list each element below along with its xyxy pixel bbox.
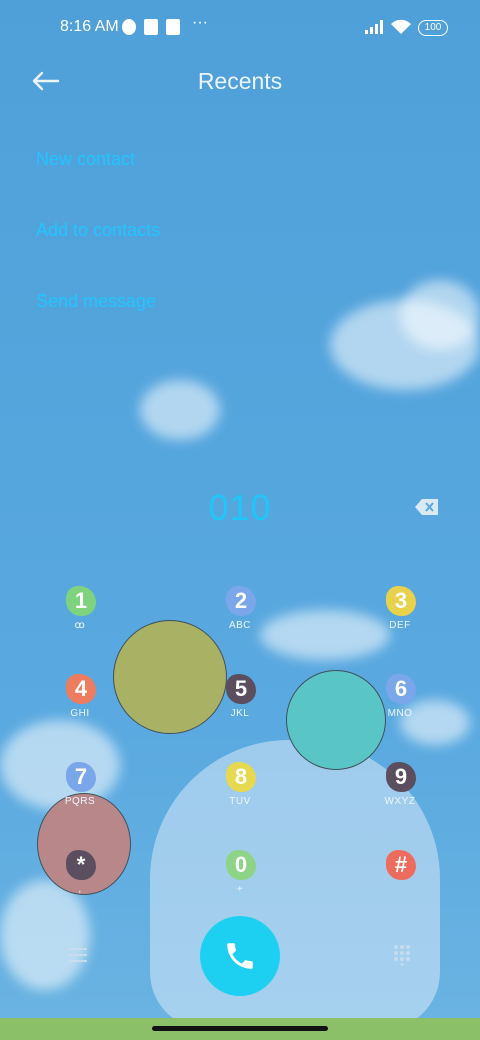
key-letters: MNO xyxy=(387,708,413,719)
key-5[interactable]: 5 JKL xyxy=(200,674,280,734)
top-toolbar: Recents xyxy=(0,56,480,106)
key-6[interactable]: 6 MNO xyxy=(360,674,440,734)
signal-icon xyxy=(365,20,383,34)
key-letters: GHI xyxy=(70,708,90,719)
key-letters: ABC xyxy=(228,620,252,631)
key-digit: # xyxy=(386,850,416,880)
dialed-number: 010 xyxy=(208,487,272,528)
gesture-nav-bar[interactable] xyxy=(152,1026,328,1031)
key-digit: 6 xyxy=(386,674,416,704)
more-icon: ··· xyxy=(192,14,208,31)
key-3[interactable]: 3 DEF xyxy=(360,586,440,646)
key-8[interactable]: 8 TUV xyxy=(200,762,280,822)
wifi-icon xyxy=(391,19,411,34)
key-digit: 7 xyxy=(66,762,96,792)
key-letters: + xyxy=(236,884,244,895)
key-letters: , xyxy=(78,884,82,895)
key-digit: 1 xyxy=(66,586,96,616)
key-letters: JKL xyxy=(230,708,250,719)
key-9[interactable]: 9 WXYZ xyxy=(360,762,440,822)
key-letters: DEF xyxy=(389,620,411,631)
key-4[interactable]: 4 GHI xyxy=(40,674,120,734)
key-digit: 2 xyxy=(226,586,256,616)
page-title: Recents xyxy=(197,68,283,94)
battery-icon: 100 xyxy=(418,20,448,36)
key-star[interactable]: * , xyxy=(40,850,120,910)
app-status-icon xyxy=(166,19,180,35)
key-1[interactable]: 1 ꝏ xyxy=(40,586,120,646)
key-hash[interactable]: # xyxy=(360,850,440,910)
key-0[interactable]: 0 + xyxy=(200,850,280,910)
key-letters: ꝏ xyxy=(74,620,86,631)
app-status-icon xyxy=(122,19,136,35)
new-contact-action[interactable]: New contact xyxy=(36,149,135,170)
key-2[interactable]: 2 ABC xyxy=(200,586,280,646)
backspace-icon[interactable] xyxy=(414,498,440,516)
key-letters: PQRS xyxy=(64,796,96,807)
phone-icon xyxy=(227,943,253,969)
key-digit: 9 xyxy=(386,762,416,792)
key-digit: 0 xyxy=(226,850,256,880)
key-digit: 8 xyxy=(226,762,256,792)
key-digit: * xyxy=(66,850,96,880)
status-bar: 8:16 AM ··· 100 xyxy=(0,0,480,56)
key-digit: 3 xyxy=(386,586,416,616)
key-digit: 5 xyxy=(226,674,256,704)
dialpad-icon[interactable] xyxy=(393,944,411,966)
status-time: 8:16 AM xyxy=(60,18,119,35)
add-to-contacts-action[interactable]: Add to contacts xyxy=(36,220,160,241)
app-status-icon xyxy=(144,19,158,35)
key-7[interactable]: 7 PQRS xyxy=(40,762,120,822)
key-digit: 4 xyxy=(66,674,96,704)
menu-icon[interactable] xyxy=(68,946,88,964)
key-letters: TUV xyxy=(229,796,251,807)
key-letters: WXYZ xyxy=(384,796,416,807)
call-button[interactable] xyxy=(200,916,280,996)
send-message-action[interactable]: Send message xyxy=(36,291,156,312)
